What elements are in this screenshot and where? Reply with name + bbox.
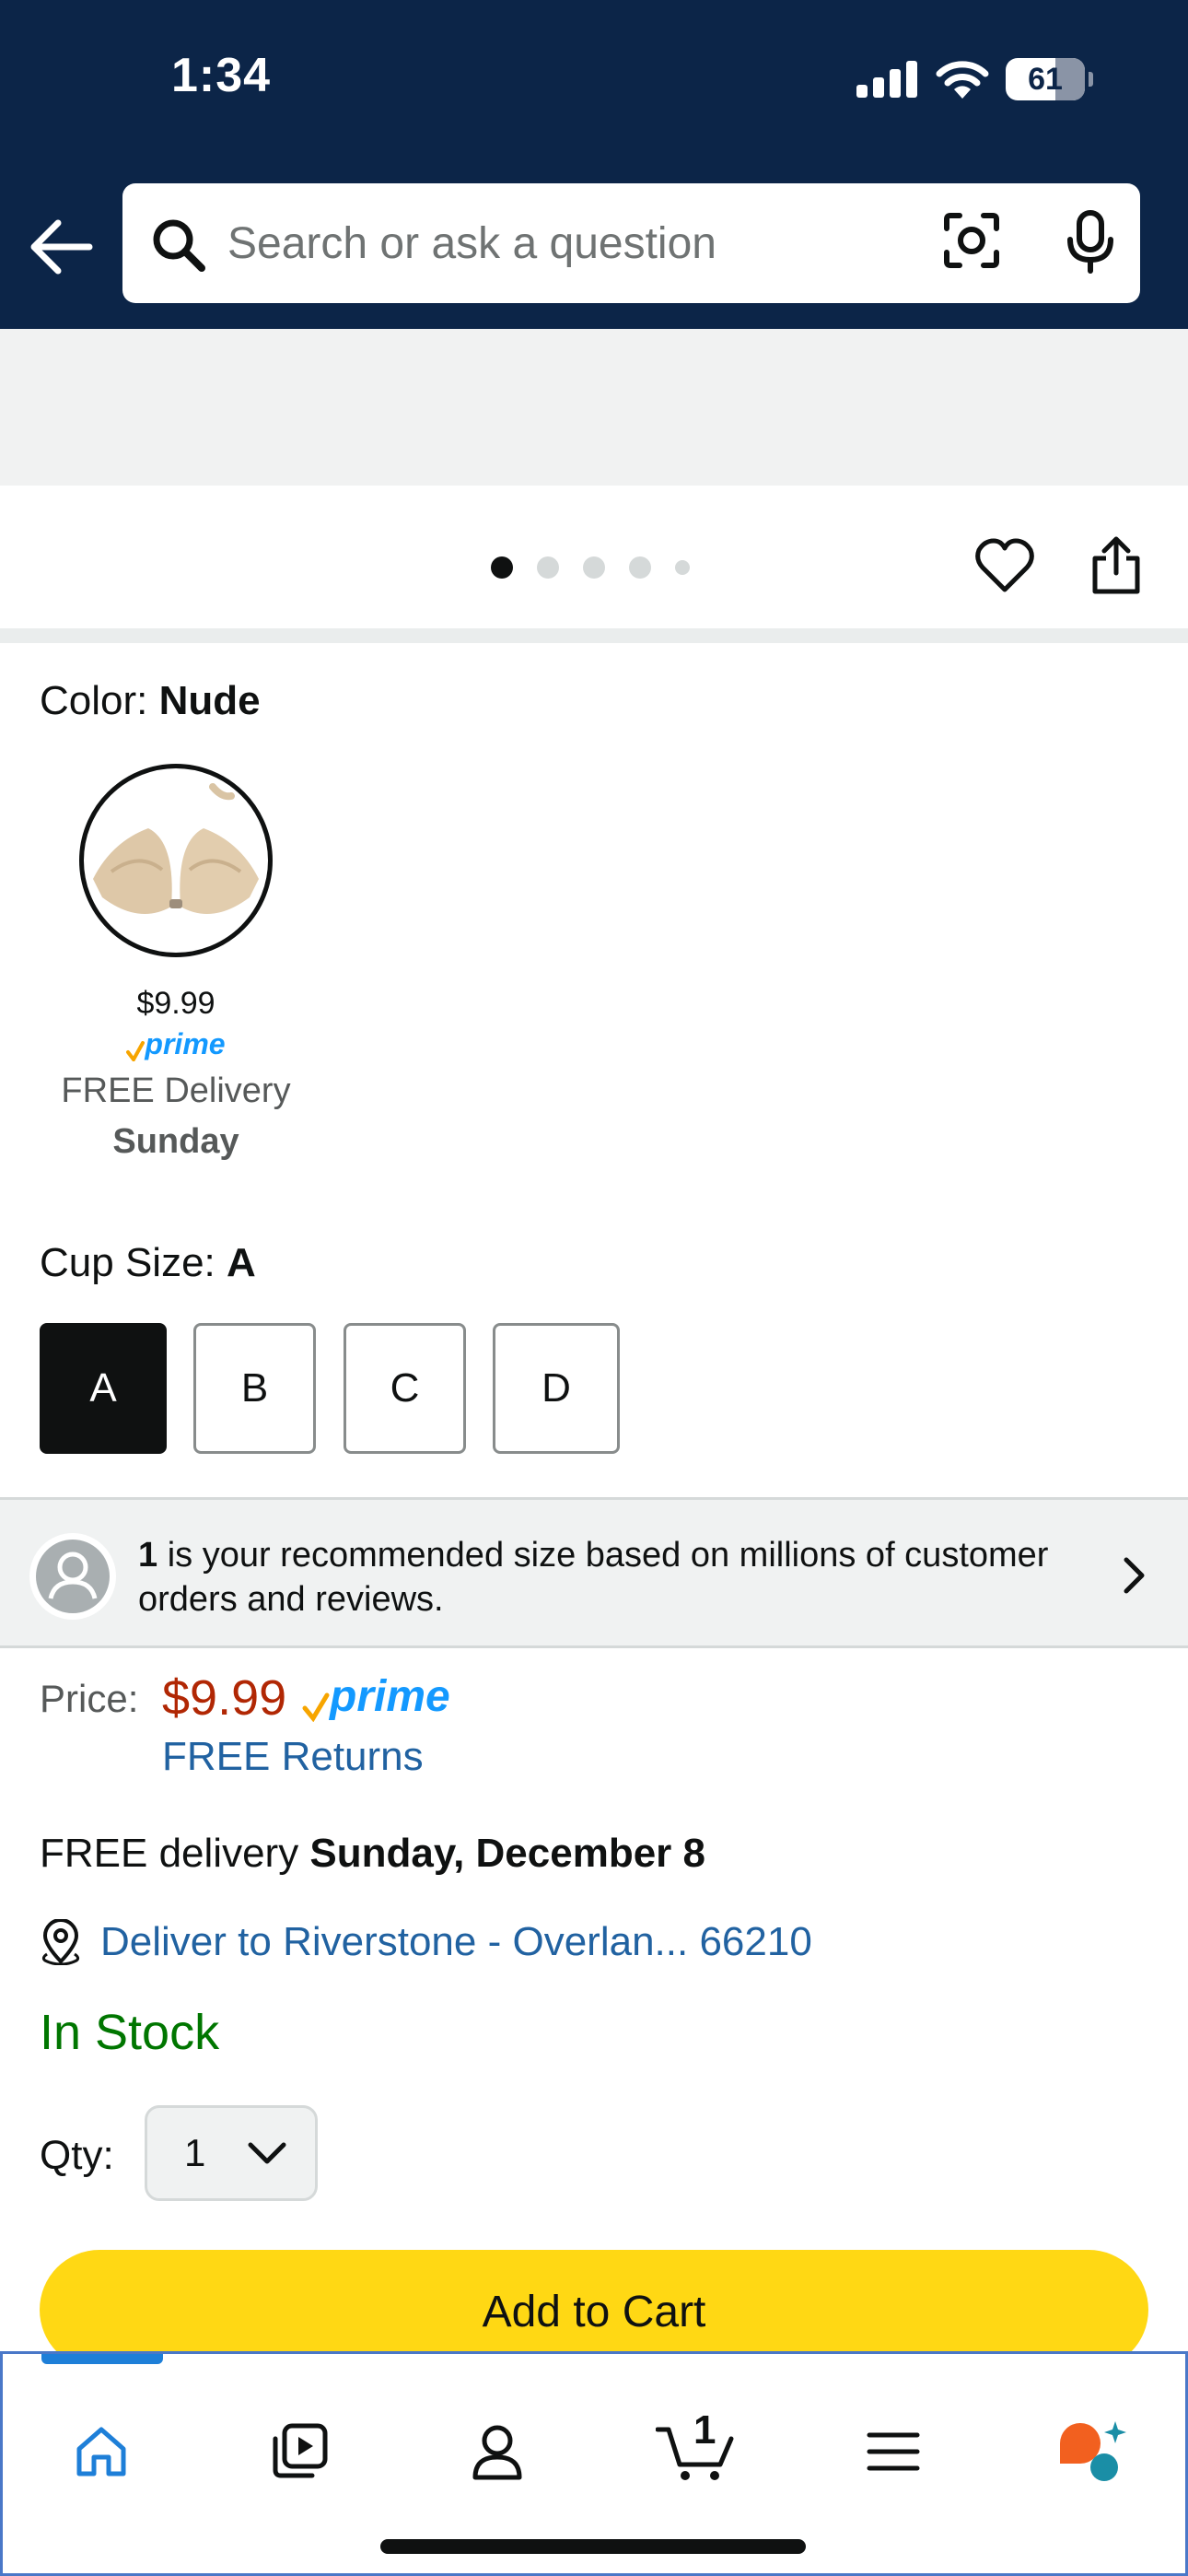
free-returns-link[interactable]: FREE Returns <box>162 1734 424 1780</box>
image-area <box>0 329 1188 486</box>
delivery-info: FREE delivery Sunday, December 8 <box>40 1831 706 1876</box>
tab-video[interactable] <box>258 2415 341 2488</box>
recommended-size: 1 <box>138 1536 158 1575</box>
status-time: 1:34 <box>171 49 272 102</box>
cup-size-label: Cup Size: A <box>40 1240 256 1285</box>
header: 1:34 61 Search or ask a question <box>0 0 1188 329</box>
tab-home[interactable] <box>60 2415 143 2488</box>
assistant-icon <box>1060 2421 1126 2481</box>
swatch-delivery: FREE Delivery <box>61 1071 291 1110</box>
prime-check-icon <box>302 1692 330 1722</box>
carousel-dot[interactable] <box>537 556 559 579</box>
tab-cart[interactable]: 1 <box>654 2407 737 2488</box>
price-value: $9.99 <box>162 1670 287 1726</box>
product-thumbnail <box>93 783 259 914</box>
active-tab-indicator <box>41 2354 163 2364</box>
price-label: Price: <box>40 1677 139 1720</box>
deliver-to-link[interactable]: Deliver to Riverstone - Overlan... 66210 <box>40 1919 812 1965</box>
carousel-dot[interactable] <box>629 556 651 579</box>
color-value: Nude <box>158 678 261 723</box>
prime-badge: prime <box>126 1027 226 1061</box>
swatch-info: $9.99 prime FREE Delivery Sunday <box>37 986 315 1162</box>
cup-size-value: A <box>226 1240 256 1285</box>
swatch-price: $9.99 <box>136 986 215 1021</box>
quantity-dropdown[interactable]: 1 <box>145 2105 318 2201</box>
tab-menu[interactable] <box>852 2415 935 2488</box>
microphone-icon[interactable] <box>1066 210 1115 275</box>
share-icon[interactable] <box>1089 536 1143 595</box>
delivery-date: Sunday, December 8 <box>309 1831 706 1876</box>
chevron-down-icon <box>248 2142 286 2164</box>
home-indicator[interactable] <box>380 2539 806 2554</box>
video-icon <box>273 2423 328 2478</box>
stock-status: In Stock <box>40 2005 220 2060</box>
carousel-dot[interactable] <box>675 560 690 575</box>
section-divider <box>0 628 1188 643</box>
heart-icon[interactable] <box>975 538 1034 593</box>
home-icon <box>76 2427 126 2476</box>
size-option-d[interactable]: D <box>493 1323 620 1454</box>
size-recommendation-banner[interactable]: 1 is your recommended size based on mill… <box>0 1497 1188 1648</box>
swatch-delivery-day: Sunday <box>112 1122 239 1161</box>
tab-assistant[interactable] <box>1050 2415 1133 2488</box>
battery-icon: 61 <box>1006 58 1093 100</box>
battery-level: 61 <box>1028 61 1063 97</box>
quantity-label: Qty: <box>40 2133 114 2178</box>
size-option-b[interactable]: B <box>193 1323 316 1454</box>
search-icon <box>153 219 205 272</box>
signal-icon <box>856 61 917 98</box>
search-input[interactable]: Search or ask a question <box>227 218 716 269</box>
arrow-left-icon <box>30 219 93 275</box>
status-icons: 61 <box>856 57 1093 101</box>
carousel-dot[interactable] <box>583 556 605 579</box>
cart-count-badge: 1 <box>693 2407 716 2453</box>
menu-icon <box>867 2432 920 2471</box>
person-icon <box>36 1540 110 1613</box>
chevron-right-icon <box>1124 1557 1145 1594</box>
location-pin-icon <box>41 1919 80 1965</box>
size-option-c[interactable]: C <box>344 1323 466 1454</box>
camera-lens-icon[interactable] <box>943 212 1000 269</box>
back-button[interactable] <box>26 214 96 280</box>
color-swatch-nude[interactable] <box>79 764 273 957</box>
search-bar[interactable]: Search or ask a question <box>122 183 1140 303</box>
avatar <box>29 1533 116 1620</box>
size-option-a[interactable]: A <box>40 1323 167 1454</box>
prime-check-icon <box>126 1041 146 1061</box>
tab-account[interactable] <box>456 2415 539 2488</box>
account-icon <box>472 2425 522 2480</box>
quantity-value: 1 <box>184 2131 206 2174</box>
prime-badge: prime <box>302 1671 450 1722</box>
carousel-dot[interactable] <box>491 556 513 579</box>
recommendation-text: 1 is your recommended size based on mill… <box>138 1536 1049 1619</box>
wifi-icon <box>936 61 989 99</box>
carousel-dots[interactable] <box>491 556 690 579</box>
color-label: Color: Nude <box>40 678 261 723</box>
